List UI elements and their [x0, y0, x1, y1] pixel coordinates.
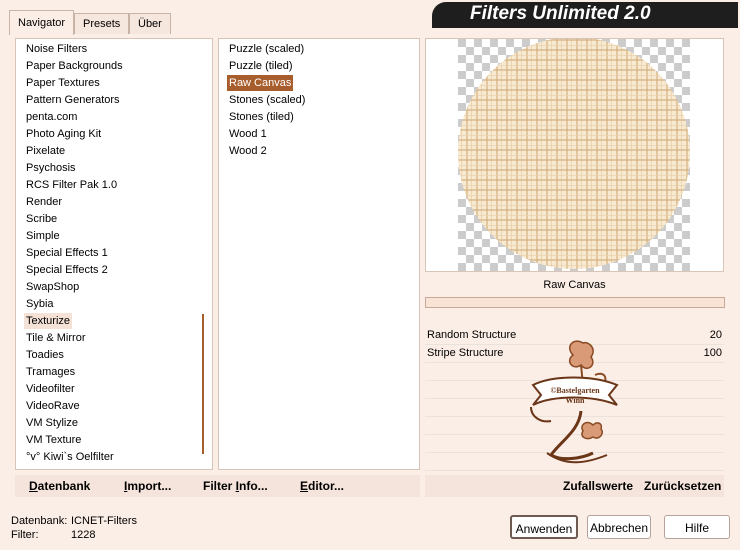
param-label: Random Structure	[427, 329, 517, 341]
category-item[interactable]: Pattern Generators	[24, 92, 122, 108]
status-filter-value: 1228	[71, 529, 96, 541]
preview-panel	[425, 37, 724, 272]
filter-item[interactable]: Puzzle (tiled)	[227, 58, 295, 74]
status-filter-label: Filter:	[11, 529, 39, 541]
tab-navigator[interactable]: Navigator	[9, 10, 75, 35]
category-item[interactable]: Simple	[24, 228, 62, 244]
status-db-value: ICNET-Filters	[71, 515, 137, 527]
category-item[interactable]: RCS Filter Pak 1.0	[24, 177, 119, 193]
category-item[interactable]: °v° Kiwi`s Oelfilter	[24, 449, 116, 465]
param-value: 100	[703, 347, 722, 359]
filter-list[interactable]: Puzzle (scaled) Puzzle (tiled) Raw Canvas S…	[218, 38, 420, 470]
watermark-text-line2: Winn	[566, 396, 586, 405]
reset-button[interactable]: Zurücksetzen	[644, 479, 721, 493]
cancel-button[interactable]: Abbrechen	[587, 515, 651, 539]
filter-item[interactable]: Stones (scaled)	[227, 92, 307, 108]
app-title: Filters Unlimited 2.0	[470, 3, 651, 24]
category-item[interactable]: Special Effects 1	[24, 245, 110, 261]
right-button-bar: Zufallswerte Zurücksetzen	[425, 475, 724, 497]
filter-info-button[interactable]: Filter Info...	[203, 479, 268, 493]
category-item[interactable]: Texturize	[24, 313, 73, 329]
category-item[interactable]: Videofilter	[24, 381, 77, 397]
category-item[interactable]: Noise Filters	[24, 41, 89, 57]
filter-item[interactable]: Puzzle (scaled)	[227, 41, 306, 57]
param-value: 20	[709, 329, 722, 341]
category-item[interactable]: Pixelate	[24, 143, 67, 159]
filter-item[interactable]: Wood 2	[227, 143, 269, 159]
category-item[interactable]: Render	[24, 194, 64, 210]
progress-bar	[425, 297, 725, 308]
status-area: Datenbank: ICNET-Filters Filter: 1228	[11, 514, 137, 542]
category-item[interactable]: Special Effects 2	[24, 262, 110, 278]
watermark-logo: ©Bastelgarten Winn	[530, 340, 619, 464]
category-item[interactable]: Tramages	[24, 364, 77, 380]
category-item[interactable]: Psychosis	[24, 160, 78, 176]
random-values-button[interactable]: Zufallswerte	[563, 479, 633, 493]
status-db-label: Datenbank:	[11, 515, 68, 527]
category-item[interactable]: SwapShop	[24, 279, 81, 295]
category-item[interactable]: VM Stylize	[24, 415, 80, 431]
category-item[interactable]: VideoRave	[24, 398, 82, 414]
category-item[interactable]: Toadies	[24, 347, 66, 363]
category-scrollbar[interactable]	[202, 314, 204, 454]
preview-filter-name: Raw Canvas	[425, 274, 724, 296]
apply-button[interactable]: Anwenden	[510, 515, 578, 539]
category-item[interactable]: Photo Aging Kit	[24, 126, 103, 142]
watermark-text-line1: ©Bastelgarten	[550, 386, 600, 395]
category-item[interactable]: Scribe	[24, 211, 59, 227]
category-item[interactable]: Paper Backgrounds	[24, 58, 125, 74]
tab-presets[interactable]: Presets	[74, 13, 130, 34]
category-item[interactable]: Paper Textures	[24, 75, 102, 91]
filter-item[interactable]: Raw Canvas	[227, 75, 294, 91]
database-button[interactable]: Datenbank	[29, 479, 90, 493]
category-item[interactable]: penta.com	[24, 109, 79, 125]
filter-item[interactable]: Wood 1	[227, 126, 269, 142]
category-list[interactable]: Noise Filters Paper Backgrounds Paper Text…	[15, 38, 213, 470]
category-item[interactable]: Sybia	[24, 296, 56, 312]
import-button[interactable]: Import...	[124, 479, 171, 493]
parameter-list: Random Structure 20 Stripe Structure 100…	[425, 325, 724, 475]
preview-image	[458, 37, 690, 271]
category-item[interactable]: VM Texture	[24, 432, 83, 448]
filter-item[interactable]: Stones (tiled)	[227, 109, 296, 125]
param-label: Stripe Structure	[427, 347, 504, 359]
tab-uber[interactable]: Über	[129, 13, 171, 34]
left-button-bar: Datenbank Import... Filter Info... Edito…	[15, 475, 420, 497]
editor-button[interactable]: Editor...	[300, 479, 344, 493]
help-button[interactable]: Hilfe	[664, 515, 730, 539]
category-item[interactable]: Tile & Mirror	[24, 330, 87, 346]
